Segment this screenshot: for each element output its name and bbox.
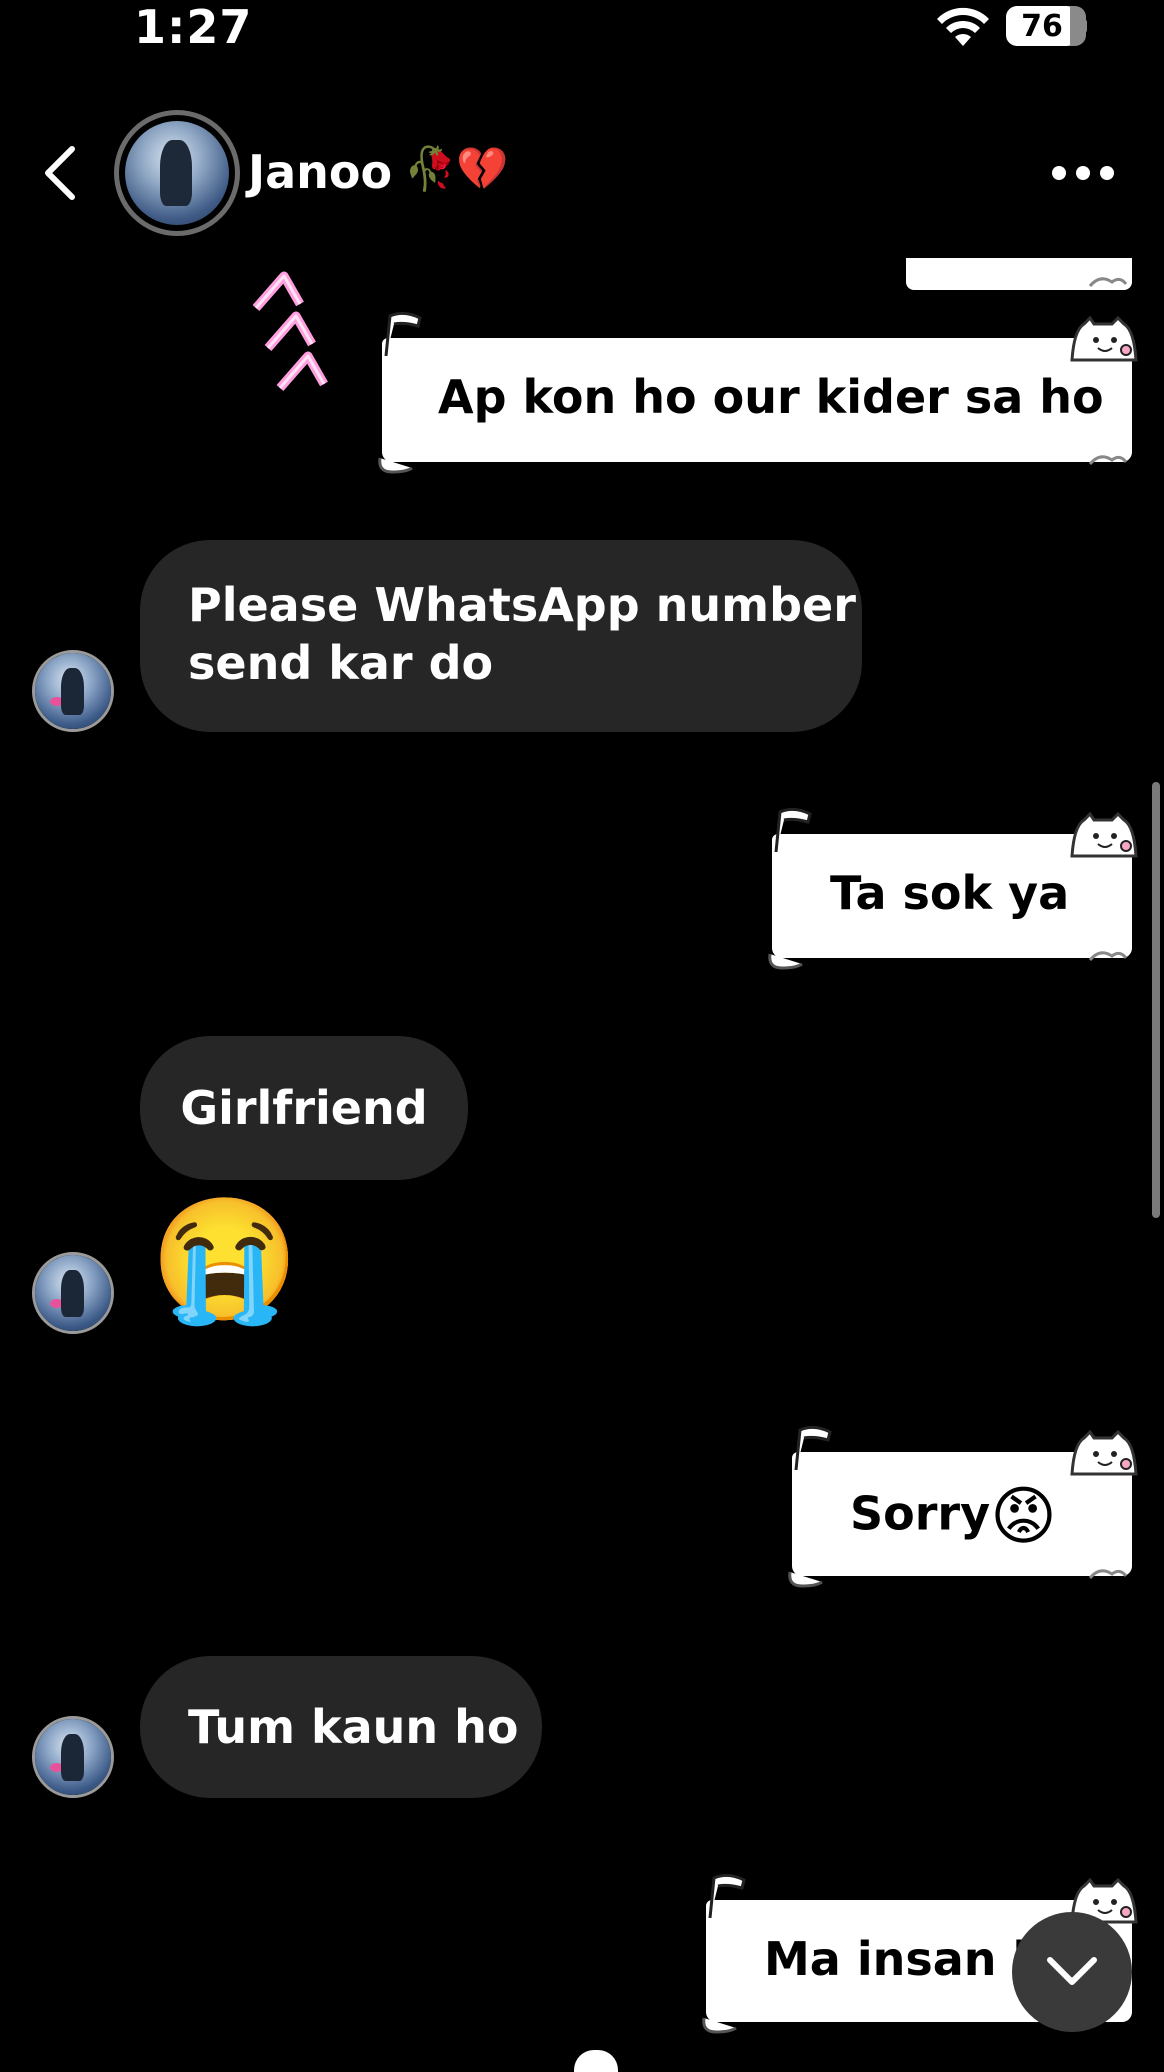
message-text: Tum kaun ho [188,1700,519,1754]
message-text: Girlfriend [180,1081,428,1135]
message-text: Ma insan h [764,1932,1046,1986]
sender-avatar[interactable] [32,1716,114,1798]
sender-avatar[interactable] [32,1252,114,1334]
chevron-down-icon [1047,1957,1097,1985]
contact-name-emoji: 🥀💔 [404,145,509,192]
neon-chevrons-decor [252,271,328,391]
avatar-image [125,121,229,225]
contact-name[interactable]: Janoo [248,145,392,199]
sent-bubble-partial [906,258,1132,290]
sent-message-bubble[interactable]: Ap kon ho our kider sa ho [378,312,1138,474]
partial-flag-decor [574,2050,618,2072]
crying-emoji-message[interactable]: 😭 [150,1200,299,1320]
sent-message-bubble[interactable]: Ta sok ya [768,808,1138,970]
received-message-bubble[interactable]: Girlfriend [140,1036,468,1180]
sent-message-bubble[interactable]: Sorry😡 [788,1426,1138,1588]
chevron-left-icon[interactable] [40,145,80,201]
scroll-to-bottom-button[interactable] [1012,1912,1132,2032]
sender-avatar[interactable] [32,650,114,732]
message-text: Ta sok ya [830,866,1070,920]
message-text-line: Please WhatsApp number [188,578,856,632]
message-text-line: send kar do [188,636,494,690]
contact-avatar[interactable] [114,110,240,236]
battery-level: 76 [1006,6,1078,46]
message-text: Ap kon ho our kider sa ho [438,370,1104,424]
more-options-icon[interactable] [1052,164,1114,182]
received-message-bubble[interactable]: Tum kaun ho [140,1656,542,1798]
scrollbar[interactable] [1152,782,1160,1218]
battery-icon: 76 [1006,6,1087,46]
message-text-word: Sorry [850,1486,991,1541]
wifi-icon [937,7,989,46]
message-text: Sorry😡 [850,1480,1057,1554]
angry-emoji: 😡 [990,1480,1057,1554]
status-time: 1:27 [134,0,253,54]
received-message-bubble[interactable]: Please WhatsApp number send kar do [140,540,862,732]
